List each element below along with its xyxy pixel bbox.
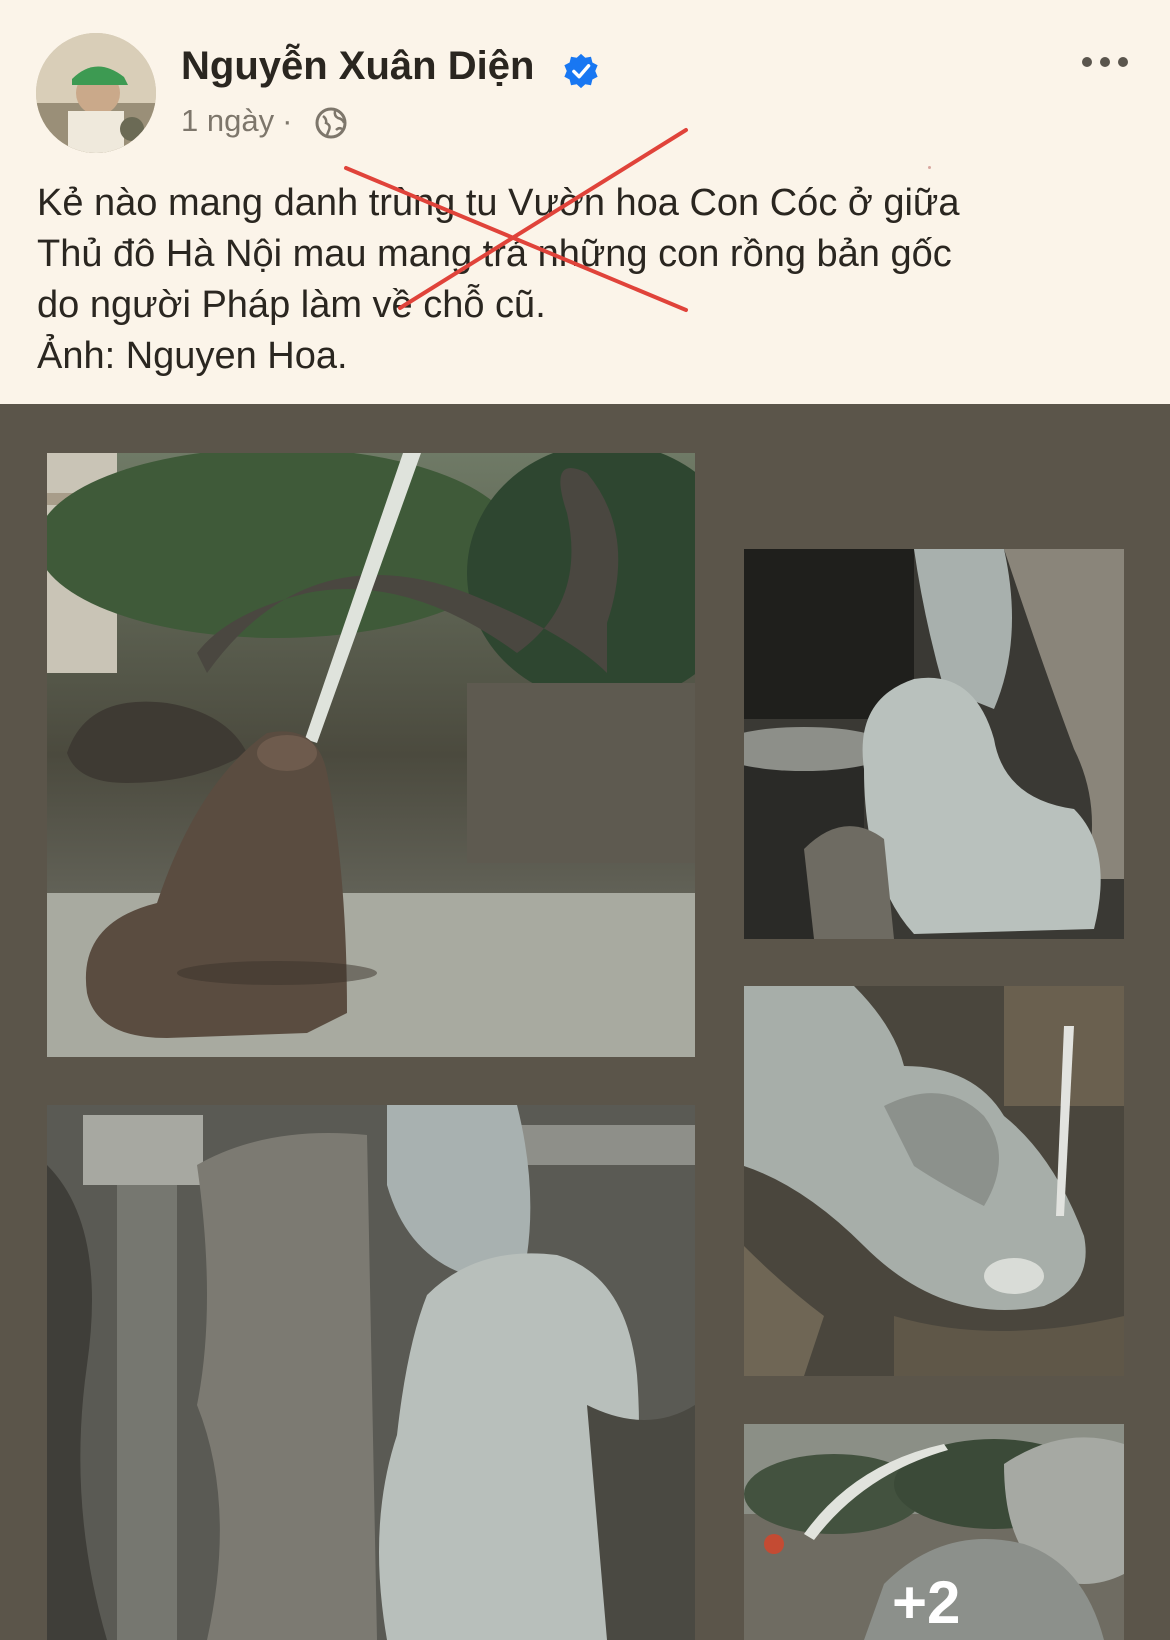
author-name[interactable]: Nguyễn Xuân Diện [181,44,534,89]
photo-dragon-coil[interactable] [47,1105,695,1640]
photo-toad-fountain[interactable] [47,453,695,1057]
post-text: Kẻ nào mang danh trùng tu Vườn hoa Con C… [37,178,1137,382]
post-text-line: Thủ đô Hà Nội mau mang trả những con rồn… [37,233,952,275]
post-text-line: do người Pháp làm về chỗ cũ. [37,284,546,326]
more-options-icon[interactable] [1078,47,1138,77]
decorative-speck [928,166,931,169]
photo-dragon-tail[interactable] [744,549,1124,939]
photo-dragon-head[interactable] [744,986,1124,1376]
post-meta: 1 ngày · [181,103,300,139]
post-header: Nguyễn Xuân Diện 1 ngày · Kẻ nào mang dan… [0,0,1170,404]
meta-separator: · [282,103,293,138]
photo-gallery: +2 [0,404,1170,1640]
post-text-line: Kẻ nào mang danh trùng tu Vườn hoa Con C… [37,182,960,224]
photo-more-dragons[interactable]: +2 [744,1424,1124,1640]
verified-badge-icon [564,53,598,89]
more-photos-count: +2 [892,1569,961,1636]
photo-credit: Ảnh: Nguyen Hoa. [37,335,348,377]
author-avatar[interactable] [36,33,156,153]
post-time[interactable]: 1 ngày [181,103,274,138]
globe-icon [315,107,347,139]
